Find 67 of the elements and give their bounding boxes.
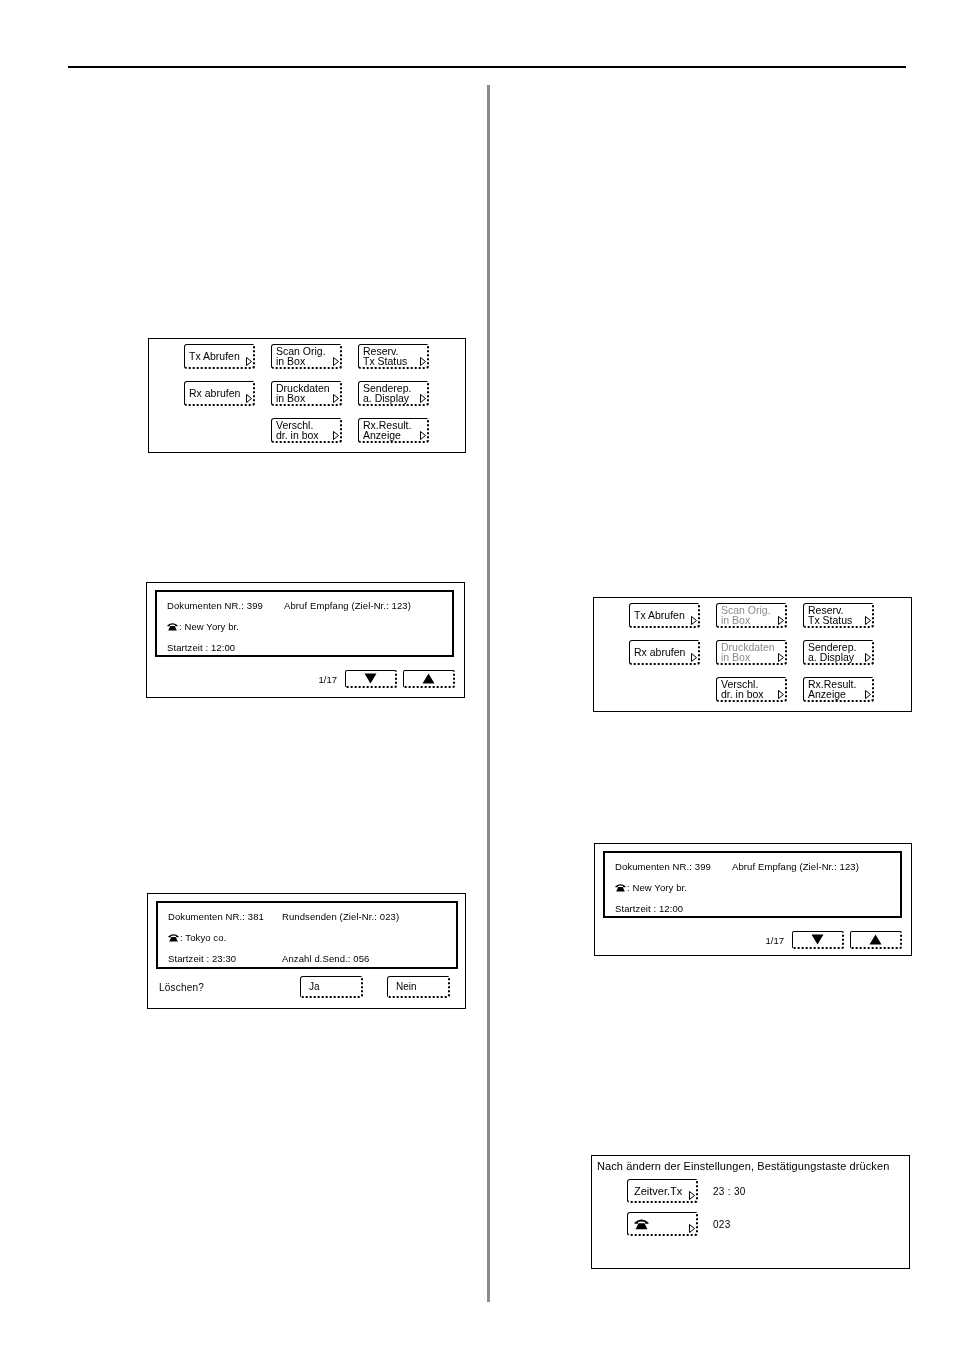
job-type: Abruf Empfang (Ziel-Nr.: 123) xyxy=(732,861,860,872)
document-number: Dokumenten NR.: 399 xyxy=(615,861,712,872)
send-count: Anzahl d.Send.: 056 xyxy=(282,953,371,964)
start-time: Startzeit : 23:30 xyxy=(168,953,238,964)
telephone-icon xyxy=(168,933,179,942)
destination-name: : New Yory br. xyxy=(627,882,687,893)
answer-button[interactable]: Nein xyxy=(387,976,450,998)
page-counter: 1/17 xyxy=(318,673,337,685)
triangle-icon xyxy=(420,431,426,440)
start-time: Startzeit : 12:00 xyxy=(615,903,685,914)
triangle-icon xyxy=(246,357,252,366)
job-type: Abruf Empfang (Ziel-Nr.: 123) xyxy=(284,600,412,611)
menu-button[interactable]: Tx Abrufen xyxy=(184,344,255,369)
page-down-button[interactable] xyxy=(792,931,844,949)
delayed-send-button[interactable]: Zeitver.Tx xyxy=(627,1179,698,1203)
triangle-icon xyxy=(778,690,784,699)
start-time: Startzeit : 12:00 xyxy=(167,642,237,653)
destination-name: : Tokyo co. xyxy=(180,932,227,943)
triangle-icon xyxy=(865,653,871,662)
job-type: Rundsenden (Ziel-Nr.: 023) xyxy=(282,911,401,922)
menu-button[interactable]: Rx abrufen xyxy=(629,640,700,665)
triangle-icon xyxy=(420,394,426,403)
triangle-icon xyxy=(691,616,697,625)
triangle-icon xyxy=(865,616,871,625)
menu-button[interactable]: Verschl. dr. in box xyxy=(271,418,342,443)
page-up-button[interactable] xyxy=(403,670,455,688)
triangle-icon xyxy=(865,690,871,699)
menu-button[interactable]: Verschl. dr. in box xyxy=(716,677,787,702)
instruction-text: Nach ändern der Einstellungen, Bestätigungstaste drücken xyxy=(596,1159,891,1173)
menu-button[interactable]: Scan Orig. in Box xyxy=(271,344,342,369)
menu-button[interactable]: Senderep. a. Display xyxy=(358,381,429,406)
page-down-button[interactable] xyxy=(345,670,397,688)
triangle-icon xyxy=(778,653,784,662)
document-number: Dokumenten NR.: 399 xyxy=(167,600,264,611)
setting-value: 23 : 30 xyxy=(713,1185,746,1197)
triangle-icon xyxy=(689,1191,695,1200)
menu-button[interactable]: Senderep. a. Display xyxy=(803,640,874,665)
triangle-icon xyxy=(778,616,784,625)
menu-button[interactable]: Tx Abrufen xyxy=(629,603,700,628)
menu-button[interactable]: Reserv. Tx Status xyxy=(358,344,429,369)
telephone-icon xyxy=(615,883,626,892)
menu-button[interactable]: Rx abrufen xyxy=(184,381,255,406)
destination-name: : New Yory br. xyxy=(179,621,239,632)
menu-button[interactable]: Reserv. Tx Status xyxy=(803,603,874,628)
triangle-icon xyxy=(246,394,252,403)
triangle-icon xyxy=(420,357,426,366)
down-triangle-icon xyxy=(811,934,824,945)
telephone-icon xyxy=(167,622,178,631)
page-counter: 1/17 xyxy=(765,934,784,946)
down-triangle-icon xyxy=(364,673,377,684)
delete-prompt: Löschen? xyxy=(159,981,204,993)
menu-button[interactable]: Rx.Result. Anzeige xyxy=(358,418,429,443)
up-triangle-icon xyxy=(869,934,882,945)
setting-value: 023 xyxy=(713,1218,731,1230)
up-triangle-icon xyxy=(422,673,435,684)
triangle-icon xyxy=(689,1224,695,1233)
telephone-icon xyxy=(634,1217,649,1230)
menu-button[interactable]: Druckdaten in Box xyxy=(271,381,342,406)
triangle-icon xyxy=(691,653,697,662)
destination-button[interactable] xyxy=(627,1212,698,1236)
document-number: Dokumenten NR.: 381 xyxy=(168,911,265,922)
menu-button[interactable]: Rx.Result. Anzeige xyxy=(803,677,874,702)
triangle-icon xyxy=(333,431,339,440)
page-up-button[interactable] xyxy=(850,931,902,949)
answer-button[interactable]: Ja xyxy=(300,976,363,998)
triangle-icon xyxy=(333,394,339,403)
triangle-icon xyxy=(333,357,339,366)
